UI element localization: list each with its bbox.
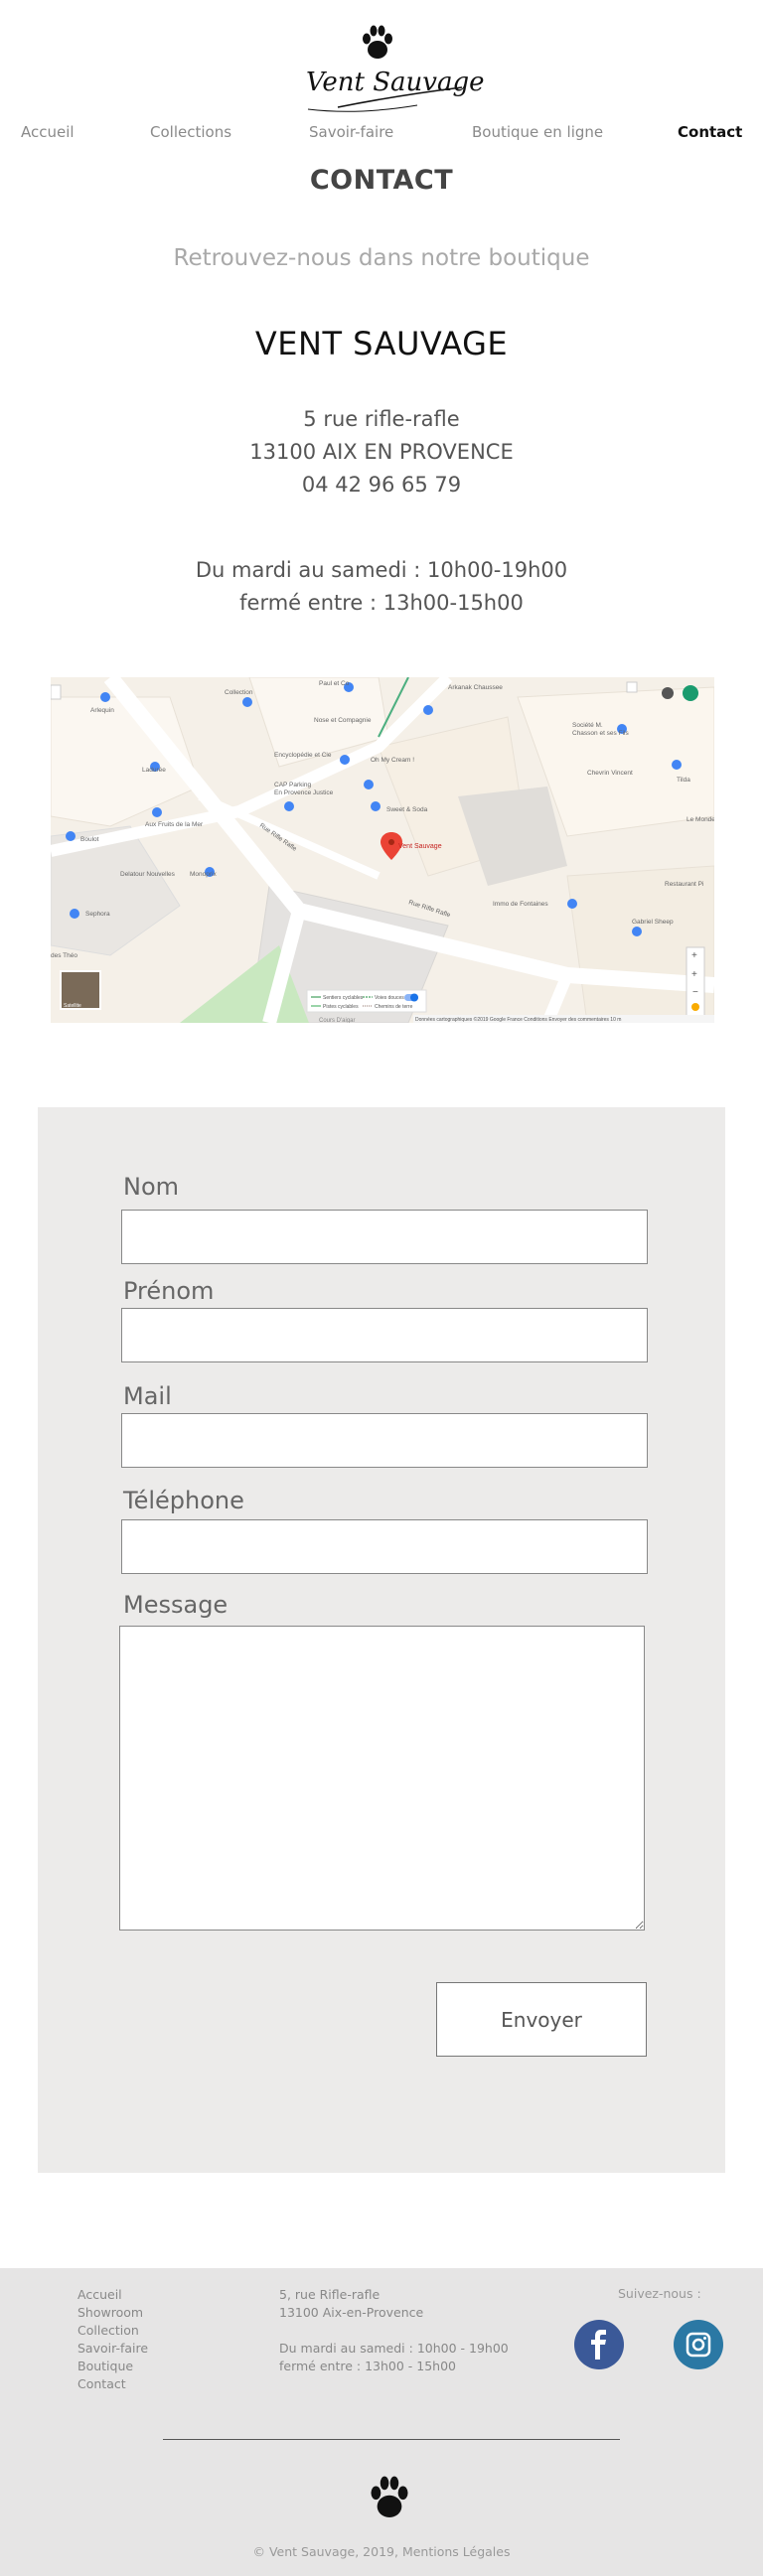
svg-text:des Théo: des Théo <box>51 952 77 959</box>
paw-logo-icon <box>363 25 392 59</box>
phone-number: 04 42 96 65 79 <box>301 473 462 497</box>
footer-closing-hours: fermé entre : 13h00 - 15h00 <box>279 2359 457 2373</box>
follow-label: Suivez-nous : <box>618 2286 701 2301</box>
svg-text:Satellite: Satellite <box>64 1003 81 1009</box>
svg-text:Pistes cyclables: Pistes cyclables <box>323 1004 359 1010</box>
facebook-icon <box>591 2330 606 2360</box>
svg-text:Nose et Compagnie: Nose et Compagnie <box>314 717 372 724</box>
svg-text:+: + <box>691 969 697 980</box>
telephone-input[interactable] <box>121 1519 648 1574</box>
prenom-input[interactable] <box>121 1308 648 1362</box>
svg-text:Immo de Fontaines: Immo de Fontaines <box>493 901 548 908</box>
svg-text:−: − <box>692 987 698 998</box>
page-title: CONTACT <box>309 165 454 196</box>
footer-link-showroom[interactable]: Showroom <box>77 2304 148 2322</box>
closing-hours: fermé entre : 13h00-15h00 <box>239 591 524 615</box>
svg-text:Delatour Nouvelles: Delatour Nouvelles <box>120 871 176 878</box>
facebook-link[interactable] <box>574 2320 624 2369</box>
copyright[interactable]: © Vent Sauvage, 2019, Mentions Légales <box>0 2544 763 2559</box>
footer-address: 5, rue Rifle-rafle 13100 Aix-en-Provence… <box>279 2286 509 2375</box>
nav-item-accueil[interactable]: Accueil <box>21 123 75 141</box>
footer-divider <box>163 2439 620 2440</box>
svg-text:Arkanak Chaussee: Arkanak Chaussee <box>448 684 503 691</box>
logo-text: Vent Sauvage <box>298 58 485 117</box>
svg-text:Le Monde: Le Monde <box>687 816 714 823</box>
footer-hours: Du mardi au samedi : 10h00 - 19h00 <box>279 2341 509 2356</box>
prenom-label: Prénom <box>123 1277 215 1305</box>
svg-text:Chasson et ses Fils: Chasson et ses Fils <box>572 730 629 737</box>
google-map[interactable]: Arlequin Collection Paul et Co Arkanak C… <box>51 677 714 1023</box>
message-label: Message <box>123 1591 229 1619</box>
svg-text:+: + <box>691 950 697 961</box>
svg-text:Arlequin: Arlequin <box>90 707 114 714</box>
logo[interactable]: Vent Sauvage <box>0 14 763 112</box>
svg-text:Sephora: Sephora <box>85 911 110 918</box>
svg-text:Chemins de terre: Chemins de terre <box>375 1004 413 1010</box>
instagram-link[interactable] <box>674 2320 723 2369</box>
svg-text:Sentiers cyclables: Sentiers cyclables <box>323 995 364 1001</box>
svg-text:Monoprix: Monoprix <box>190 871 217 878</box>
svg-text:Tilda: Tilda <box>677 777 690 784</box>
footer-links: Accueil Showroom Collection Savoir-faire… <box>77 2286 148 2393</box>
svg-text:Aux Fruits de la Mer: Aux Fruits de la Mer <box>145 821 204 828</box>
telephone-label: Téléphone <box>123 1487 244 1514</box>
mail-label: Mail <box>123 1382 172 1410</box>
svg-text:Collection: Collection <box>225 689 253 696</box>
svg-text:Société M.: Société M. <box>572 722 603 729</box>
nav-item-savoir-faire[interactable]: Savoir-faire <box>309 123 393 141</box>
footer: Accueil Showroom Collection Savoir-faire… <box>0 2268 763 2576</box>
main-nav: Accueil Collections Savoir-faire Boutiqu… <box>0 123 763 145</box>
svg-text:Chevrin Vincent: Chevrin Vincent <box>587 770 633 777</box>
nav-item-contact[interactable]: Contact <box>678 123 742 141</box>
svg-text:En Provence Justice: En Provence Justice <box>274 789 334 796</box>
mail-input[interactable] <box>121 1413 648 1468</box>
svg-text:Voies douces: Voies douces <box>375 995 404 1001</box>
footer-link-boutique[interactable]: Boutique <box>77 2358 148 2375</box>
svg-text:Gabriel Sheep: Gabriel Sheep <box>632 919 674 926</box>
logo-swash <box>307 86 463 112</box>
svg-text:Ladurée: Ladurée <box>142 767 166 774</box>
nav-item-boutique-en-ligne[interactable]: Boutique en ligne <box>472 123 603 141</box>
footer-link-savoir-faire[interactable]: Savoir-faire <box>77 2340 148 2358</box>
svg-text:Oh My Cream !: Oh My Cream ! <box>371 757 414 764</box>
address-city: 13100 AIX EN PROVENCE <box>249 440 514 464</box>
svg-text:Restaurant Pi: Restaurant Pi <box>665 881 703 888</box>
opening-hours: Du mardi au samedi : 10h00-19h00 <box>195 558 568 582</box>
page-subtitle: Retrouvez-nous dans notre boutique <box>173 245 590 271</box>
submit-button[interactable]: Envoyer <box>436 1982 647 2057</box>
instagram-icon <box>686 2332 711 2358</box>
nom-input[interactable] <box>121 1210 648 1264</box>
svg-text:Encyclopédie et Cie: Encyclopédie et Cie <box>274 752 332 759</box>
footer-link-contact[interactable]: Contact <box>77 2375 148 2393</box>
footer-address-street: 5, rue Rifle-rafle <box>279 2287 381 2302</box>
svg-text:Données cartographiques ©2019: Données cartographiques ©2019 Google Fra… <box>415 1016 621 1023</box>
svg-text:Paul et Co: Paul et Co <box>319 680 350 687</box>
address-street: 5 rue rifle-rafle <box>303 407 460 431</box>
svg-text:Cours D'aigar: Cours D'aigar <box>319 1018 356 1023</box>
shop-name: VENT SAUVAGE <box>254 325 509 362</box>
nav-item-collections[interactable]: Collections <box>150 123 231 141</box>
footer-link-collection[interactable]: Collection <box>77 2322 148 2340</box>
footer-address-city: 13100 Aix-en-Provence <box>279 2305 424 2320</box>
svg-text:Sweet & Soda: Sweet & Soda <box>386 806 428 813</box>
svg-text:Boulot: Boulot <box>80 836 99 843</box>
message-textarea[interactable] <box>119 1626 645 1931</box>
svg-text:CAP Parking: CAP Parking <box>274 782 311 788</box>
nom-label: Nom <box>123 1173 180 1201</box>
paw-footer-icon <box>371 2476 408 2517</box>
svg-text:Vent Sauvage: Vent Sauvage <box>398 843 442 850</box>
footer-link-accueil[interactable]: Accueil <box>77 2286 148 2304</box>
